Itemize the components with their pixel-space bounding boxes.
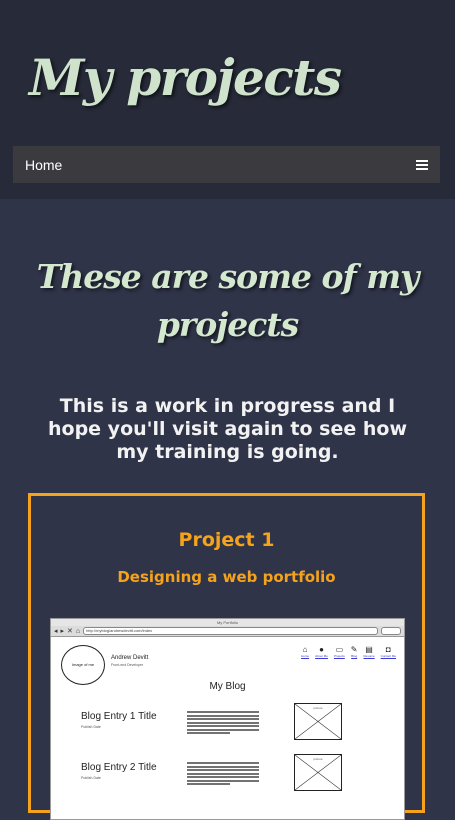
contact-icon: ◘	[385, 645, 391, 654]
pencil-icon: ✎	[350, 645, 358, 654]
mockup-nav: ⌂ Home ● About Me ▭ Projects ✎ Blog ▤ Re…	[301, 645, 396, 658]
mockup-entry-image: picture	[294, 754, 342, 791]
mockup-role: Front-end Developer	[111, 663, 144, 667]
document-icon: ▤	[365, 645, 373, 654]
mockup-nav-label: Contact Me	[380, 654, 396, 658]
main-content: These are some of my projects This is a …	[0, 199, 455, 820]
mockup-search-field	[381, 627, 401, 635]
mockup-nav-item: ✎ Blog	[351, 645, 358, 658]
mockup-entry-image: picture	[294, 703, 342, 740]
project-subtitle: Designing a web portfolio	[117, 568, 336, 586]
mockup-entry-title: Blog Entry 2 Title	[81, 762, 157, 773]
mockup-nav-label: About Me	[315, 654, 328, 658]
project-card: Project 1 Designing a web portfolio My P…	[28, 493, 425, 820]
project-title: Project 1	[178, 529, 275, 551]
user-icon: ●	[319, 645, 324, 654]
mockup-image-label: picture	[313, 757, 323, 761]
mockup-home-icon: ⌂	[75, 627, 81, 635]
project-mockup-image[interactable]: My Portfolio ◂ ▸ ✕ ⌂ http://myblog/andre…	[50, 618, 405, 820]
mockup-nav-item: ▤ Resume	[363, 645, 374, 658]
mockup-back-icon: ◂	[54, 627, 58, 635]
site-header: My projects Home	[0, 0, 455, 199]
nav-home-link[interactable]: Home	[25, 157, 62, 173]
mockup-image-label: picture	[313, 706, 323, 710]
mockup-nav-label: Projects	[333, 654, 345, 658]
site-title: My projects	[29, 48, 342, 107]
mockup-blog-heading: My Blog	[209, 681, 246, 692]
mockup-nav-label: Home	[301, 654, 310, 658]
mockup-window-title: My Portfolio	[51, 619, 404, 626]
mockup-avatar: Image of me	[61, 645, 105, 685]
monitor-icon: ▭	[335, 645, 344, 654]
mockup-entry-meta: Publish Date	[81, 725, 101, 729]
mockup-nav-item: ⌂ Home	[301, 645, 309, 658]
navbar: Home	[13, 146, 440, 183]
mockup-browser-toolbar: ◂ ▸ ✕ ⌂ http://myblog/andrewdevitt.com/i…	[51, 626, 404, 637]
mockup-entry-text	[187, 711, 259, 736]
mockup-nav-label: Blog	[351, 654, 358, 658]
intro-text: This is a work in progress and I hope yo…	[48, 395, 407, 463]
mockup-nav-item: ▭ Projects	[334, 645, 345, 658]
mockup-forward-icon: ▸	[60, 627, 65, 635]
mockup-url-bar: http://myblog/andrewdevitt.com/index	[83, 627, 378, 635]
mockup-entry-meta: Publish Date	[81, 776, 101, 780]
page-heading: These are some of my projects	[36, 257, 420, 344]
hamburger-menu-icon[interactable]	[416, 159, 428, 170]
mockup-nav-item: ◘ Contact Me	[381, 645, 396, 658]
mockup-entry-text	[187, 762, 259, 787]
mockup-name: Andrew Devitt	[111, 655, 149, 661]
mockup-entry-title: Blog Entry 1 Title	[81, 711, 157, 722]
mockup-close-icon: ✕	[67, 627, 73, 635]
mockup-nav-label: Resume	[363, 654, 375, 658]
home-icon: ⌂	[302, 645, 308, 654]
mockup-nav-item: ● About Me	[315, 645, 328, 658]
